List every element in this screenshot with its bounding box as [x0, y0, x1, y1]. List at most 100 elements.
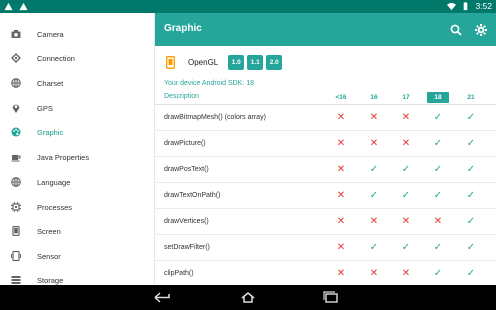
cross-icon: ✕	[433, 216, 443, 227]
sdk-info: Your device Android SDK: 18	[164, 80, 255, 87]
opengl-label: OpenGL	[188, 57, 219, 67]
table-row[interactable]: drawBitmapMesh() (colors array) ✕ ✕ ✕ ✓ ✓	[155, 105, 496, 131]
method-name: setDrawFilter()	[164, 244, 210, 251]
chip-icon	[11, 202, 21, 212]
method-name: drawPicture()	[164, 140, 206, 147]
table-row[interactable]: clipPath() ✕ ✕ ✕ ✓ ✓	[155, 261, 496, 287]
check-icon: ✓	[369, 164, 379, 175]
cross-icon: ✕	[369, 216, 379, 227]
sidebar-item-connection[interactable]: Connection	[0, 46, 154, 70]
sidebar-item-storage[interactable]: Storage	[0, 268, 154, 285]
status-bar: 3:52	[0, 0, 496, 13]
connection-icon	[11, 53, 21, 63]
cross-icon: ✕	[336, 190, 346, 201]
globe-icon	[11, 78, 21, 88]
cross-icon: ✕	[401, 138, 411, 149]
opengl-version-badge: 2.0	[266, 54, 283, 70]
sensor-icon	[11, 251, 21, 261]
check-icon: ✓	[466, 242, 476, 253]
check-icon: ✓	[466, 164, 476, 175]
sidebar: Camera Connection Charset GPS Graphic Ja…	[0, 13, 155, 285]
sidebar-item-graphic[interactable]: Graphic	[0, 120, 154, 144]
cross-icon: ✕	[336, 268, 346, 279]
sidebar-item-java-properties[interactable]: Java Properties	[0, 145, 154, 169]
check-icon: ✓	[401, 190, 411, 201]
column-header: 17	[402, 94, 410, 101]
palette-icon	[11, 127, 21, 137]
page-title: Graphic	[164, 23, 202, 34]
sidebar-item-label: Charset	[37, 78, 64, 88]
check-icon: ✓	[433, 112, 443, 123]
opengl-version-badge: 1.1	[247, 54, 264, 70]
opengl-versions: 1.0 1.1 2.0	[228, 54, 283, 70]
column-header: 21	[467, 94, 475, 101]
method-name: drawPosText()	[164, 166, 209, 173]
device-icon	[164, 55, 176, 69]
opengl-version-badge: 1.0	[228, 54, 245, 70]
table-row[interactable]: drawPicture() ✕ ✕ ✕ ✓ ✓	[155, 131, 496, 157]
battery-icon	[464, 1, 468, 10]
check-icon: ✓	[466, 112, 476, 123]
navigation-bar	[0, 285, 496, 310]
sidebar-item-gps[interactable]: GPS	[0, 96, 154, 120]
gear-icon[interactable]	[475, 23, 487, 41]
method-name: drawBitmapMesh() (colors array)	[164, 114, 266, 121]
check-icon: ✓	[433, 164, 443, 175]
check-icon: ✓	[466, 216, 476, 227]
cross-icon: ✕	[336, 112, 346, 123]
cross-icon: ✕	[336, 138, 346, 149]
cross-icon: ✕	[369, 138, 379, 149]
sidebar-item-label: Graphic	[37, 127, 64, 137]
sidebar-item-label: Connection	[37, 53, 75, 63]
recents-icon[interactable]	[322, 291, 340, 304]
camera-icon	[11, 29, 21, 39]
method-name: drawTextOnPath()	[164, 192, 221, 199]
method-name: clipPath()	[164, 270, 194, 277]
column-header-selected: 18	[427, 92, 449, 103]
screen-icon	[11, 226, 21, 236]
check-icon: ✓	[401, 164, 411, 175]
sidebar-item-screen[interactable]: Screen	[0, 219, 154, 243]
sidebar-item-charset[interactable]: Charset	[0, 71, 154, 95]
search-icon[interactable]	[450, 23, 462, 41]
check-icon: ✓	[433, 190, 443, 201]
opengl-row: OpenGL 1.0 1.1 2.0	[164, 54, 283, 70]
sidebar-item-sensor[interactable]: Sensor	[0, 244, 154, 268]
back-icon[interactable]	[153, 291, 171, 304]
graphic-content: OpenGL 1.0 1.1 2.0 Your device Android S…	[155, 46, 496, 287]
warning-icon	[4, 2, 13, 11]
home-icon[interactable]	[239, 291, 257, 304]
app-bar: Graphic	[155, 13, 496, 46]
coffee-icon	[11, 152, 21, 162]
table-row[interactable]: drawPosText() ✕ ✓ ✓ ✓ ✓	[155, 157, 496, 183]
cross-icon: ✕	[369, 112, 379, 123]
check-icon: ✓	[433, 268, 443, 279]
check-icon: ✓	[369, 190, 379, 201]
cross-icon: ✕	[336, 216, 346, 227]
storage-icon	[11, 275, 21, 285]
sidebar-item-label: Language	[37, 177, 71, 187]
table-row[interactable]: drawTextOnPath() ✕ ✓ ✓ ✓ ✓	[155, 183, 496, 209]
sidebar-item-camera[interactable]: Camera	[0, 22, 154, 46]
check-icon: ✓	[401, 242, 411, 253]
globe-icon	[11, 177, 21, 187]
location-icon	[11, 103, 21, 113]
sidebar-item-label: Java Properties	[37, 152, 90, 162]
cross-icon: ✕	[336, 164, 346, 175]
cross-icon: ✕	[401, 112, 411, 123]
table-row[interactable]: drawVertices() ✕ ✕ ✕ ✕ ✓	[155, 209, 496, 235]
check-icon: ✓	[369, 242, 379, 253]
sidebar-item-label: Sensor	[37, 251, 61, 261]
clock: 3:52	[475, 1, 492, 11]
check-icon: ✓	[433, 242, 443, 253]
cross-icon: ✕	[369, 268, 379, 279]
check-icon: ✓	[466, 138, 476, 149]
method-name: drawVertices()	[164, 218, 209, 225]
sidebar-item-processes[interactable]: Processes	[0, 195, 154, 219]
sidebar-item-label: GPS	[37, 103, 53, 113]
wifi-icon	[447, 2, 457, 10]
cross-icon: ✕	[401, 268, 411, 279]
table-row[interactable]: setDrawFilter() ✕ ✓ ✓ ✓ ✓	[155, 235, 496, 261]
sidebar-item-language[interactable]: Language	[0, 170, 154, 194]
sidebar-item-label: Screen	[37, 226, 61, 236]
